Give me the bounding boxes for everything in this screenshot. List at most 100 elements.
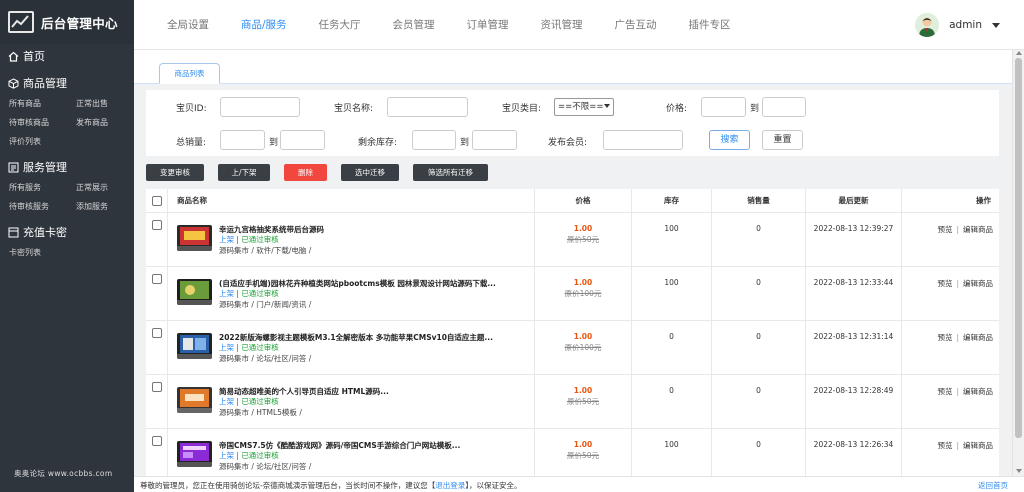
category-select[interactable]: ==不限==	[554, 98, 614, 116]
original-price: 原价50元	[566, 451, 600, 460]
tab-global-settings[interactable]: 全局设置	[167, 0, 209, 50]
reset-button[interactable]: 重置	[762, 130, 803, 150]
delete-button[interactable]: 删除	[284, 164, 327, 181]
sidebar-item-card-list[interactable]: 卡密列表	[9, 243, 76, 262]
table-row: 帝国CMS7.5仿《酷酷游戏网》源码/帝国CMS手游综合门户网站模板... 上架…	[146, 429, 999, 476]
price-cell: 1.00 原价50元	[535, 375, 632, 429]
price-cell: 1.00 原价50元	[535, 213, 632, 267]
stock-min-input[interactable]	[412, 130, 456, 150]
row-checkbox[interactable]	[152, 274, 162, 284]
preview-link[interactable]: 预览	[937, 279, 952, 288]
tab-goods-services[interactable]: 商品/服务	[241, 0, 287, 50]
logout-link[interactable]: 退出登录	[435, 481, 465, 490]
member-input[interactable]	[603, 130, 683, 150]
cube-icon	[8, 77, 19, 89]
row-checkbox[interactable]	[152, 220, 162, 230]
sidebar-item-all-services[interactable]: 所有服务	[9, 178, 76, 197]
scroll-up-icon[interactable]	[1016, 51, 1022, 55]
tab-plugins[interactable]: 插件专区	[689, 0, 731, 50]
product-thumbnail[interactable]	[177, 387, 212, 413]
sidebar-item-add-service[interactable]: 添加服务	[76, 197, 143, 216]
tab-goods-list[interactable]: 商品列表	[159, 63, 220, 84]
tab-orders[interactable]: 订单管理	[467, 0, 509, 50]
member-label: 发布会员:	[548, 138, 588, 148]
table-row: (自适应手机端)园林花卉种植类网站pbootcms模板 园林景观设计网站源码下载…	[146, 267, 999, 321]
back-home-link[interactable]: 返回首页	[978, 480, 1008, 491]
stock-max-input[interactable]	[472, 130, 517, 150]
updated-cell: 2022-08-13 12:28:49	[806, 375, 902, 429]
sidebar-group-title: 充值卡密	[23, 226, 67, 239]
preview-link[interactable]: 预览	[937, 387, 952, 396]
header-updated: 最后更新	[806, 189, 902, 213]
sidebar-group-head[interactable]: 商品管理	[0, 72, 134, 94]
product-status: 上架 | 已通过审核	[219, 451, 279, 460]
shelf-status[interactable]: 上架	[219, 289, 234, 298]
table-row: 2022新版海螺影视主题模板M3.1全解密版本 多功能苹果CMSv10自适应主题…	[146, 321, 999, 375]
name-cell: 幸运九宫格抽奖系统带后台源码 上架 | 已通过审核 源码集市 / 软件/下载/电…	[168, 213, 535, 267]
name-input[interactable]	[387, 97, 468, 117]
price-max-input[interactable]	[762, 97, 806, 117]
updated-cell: 2022-08-13 12:31:14	[806, 321, 902, 375]
edit-link[interactable]: 编辑商品	[963, 441, 993, 450]
tab-task-hall[interactable]: 任务大厅	[319, 0, 361, 50]
price-label: 价格:	[666, 104, 688, 114]
sidebar-item-on-sale[interactable]: 正常出售	[76, 94, 143, 113]
shelf-status[interactable]: 上架	[219, 397, 234, 406]
brand[interactable]: 后台管理中心	[0, 0, 134, 44]
sidebar-item-pending-services[interactable]: 待审核服务	[9, 197, 76, 216]
product-status: 上架 | 已通过审核	[219, 289, 279, 298]
scroll-down-icon[interactable]	[1016, 469, 1022, 473]
search-button[interactable]: 搜索	[709, 130, 750, 150]
product-thumbnail[interactable]	[177, 225, 212, 251]
edit-link[interactable]: 编辑商品	[963, 279, 993, 288]
product-category: 源码集市 / 门户/新闻/资讯 /	[219, 300, 312, 309]
header-price: 价格	[535, 189, 632, 213]
scroll-thumb[interactable]	[1015, 58, 1022, 438]
shelf-status[interactable]: 上架	[219, 451, 234, 460]
preview-link[interactable]: 预览	[937, 441, 952, 450]
shelf-status[interactable]: 上架	[219, 343, 234, 352]
migrate-all-button[interactable]: 筛选所有迁移	[413, 164, 488, 181]
sales-max-input[interactable]	[280, 130, 325, 150]
tab-ads[interactable]: 广告互动	[615, 0, 657, 50]
price-min-input[interactable]	[701, 97, 746, 117]
original-price: 原价50元	[566, 397, 600, 406]
tab-news[interactable]: 资讯管理	[541, 0, 583, 50]
sidebar-group-head[interactable]: 服务管理	[0, 156, 134, 178]
sidebar-item-active-services[interactable]: 正常展示	[76, 178, 143, 197]
id-input[interactable]	[220, 97, 300, 117]
shelf-toggle-button[interactable]: 上/下架	[218, 164, 270, 181]
row-checkbox[interactable]	[152, 436, 162, 446]
shelf-status[interactable]: 上架	[219, 235, 234, 244]
migrate-selected-button[interactable]: 选中迁移	[341, 164, 399, 181]
product-status: 上架 | 已通过审核	[219, 235, 279, 244]
tab-members[interactable]: 会员管理	[393, 0, 435, 50]
sidebar-group-head[interactable]: 充值卡密	[0, 221, 134, 243]
category-label: 宝贝类目:	[502, 104, 542, 114]
preview-link[interactable]: 预览	[937, 333, 952, 342]
sales-min-input[interactable]	[220, 130, 265, 150]
select-all-checkbox[interactable]	[152, 196, 162, 206]
edit-link[interactable]: 编辑商品	[963, 333, 993, 342]
sidebar-item-pending-goods[interactable]: 待审核商品	[9, 113, 76, 132]
stock-cell: 100	[632, 267, 712, 321]
sidebar-item-publish-goods[interactable]: 发布商品	[76, 113, 143, 132]
page-scrollbar[interactable]	[1012, 50, 1024, 476]
sidebar-item-all-goods[interactable]: 所有商品	[9, 94, 76, 113]
sidebar-item-home[interactable]: 首页	[0, 45, 134, 67]
preview-link[interactable]: 预览	[937, 225, 952, 234]
product-thumbnail[interactable]	[177, 441, 212, 467]
original-price: 原价100元	[564, 343, 602, 352]
product-thumbnail[interactable]	[177, 333, 212, 359]
edit-link[interactable]: 编辑商品	[963, 225, 993, 234]
sidebar-item-reviews[interactable]: 评价列表	[9, 132, 76, 151]
product-thumbnail[interactable]	[177, 279, 212, 305]
row-checkbox[interactable]	[152, 382, 162, 392]
user-menu[interactable]: admin	[915, 12, 1000, 38]
audit-status: 已通过审核	[241, 343, 279, 352]
list-icon	[8, 162, 19, 173]
change-audit-button[interactable]: 变更审核	[146, 164, 204, 181]
row-checkbox[interactable]	[152, 328, 162, 338]
avatar	[915, 13, 940, 37]
edit-link[interactable]: 编辑商品	[963, 387, 993, 396]
